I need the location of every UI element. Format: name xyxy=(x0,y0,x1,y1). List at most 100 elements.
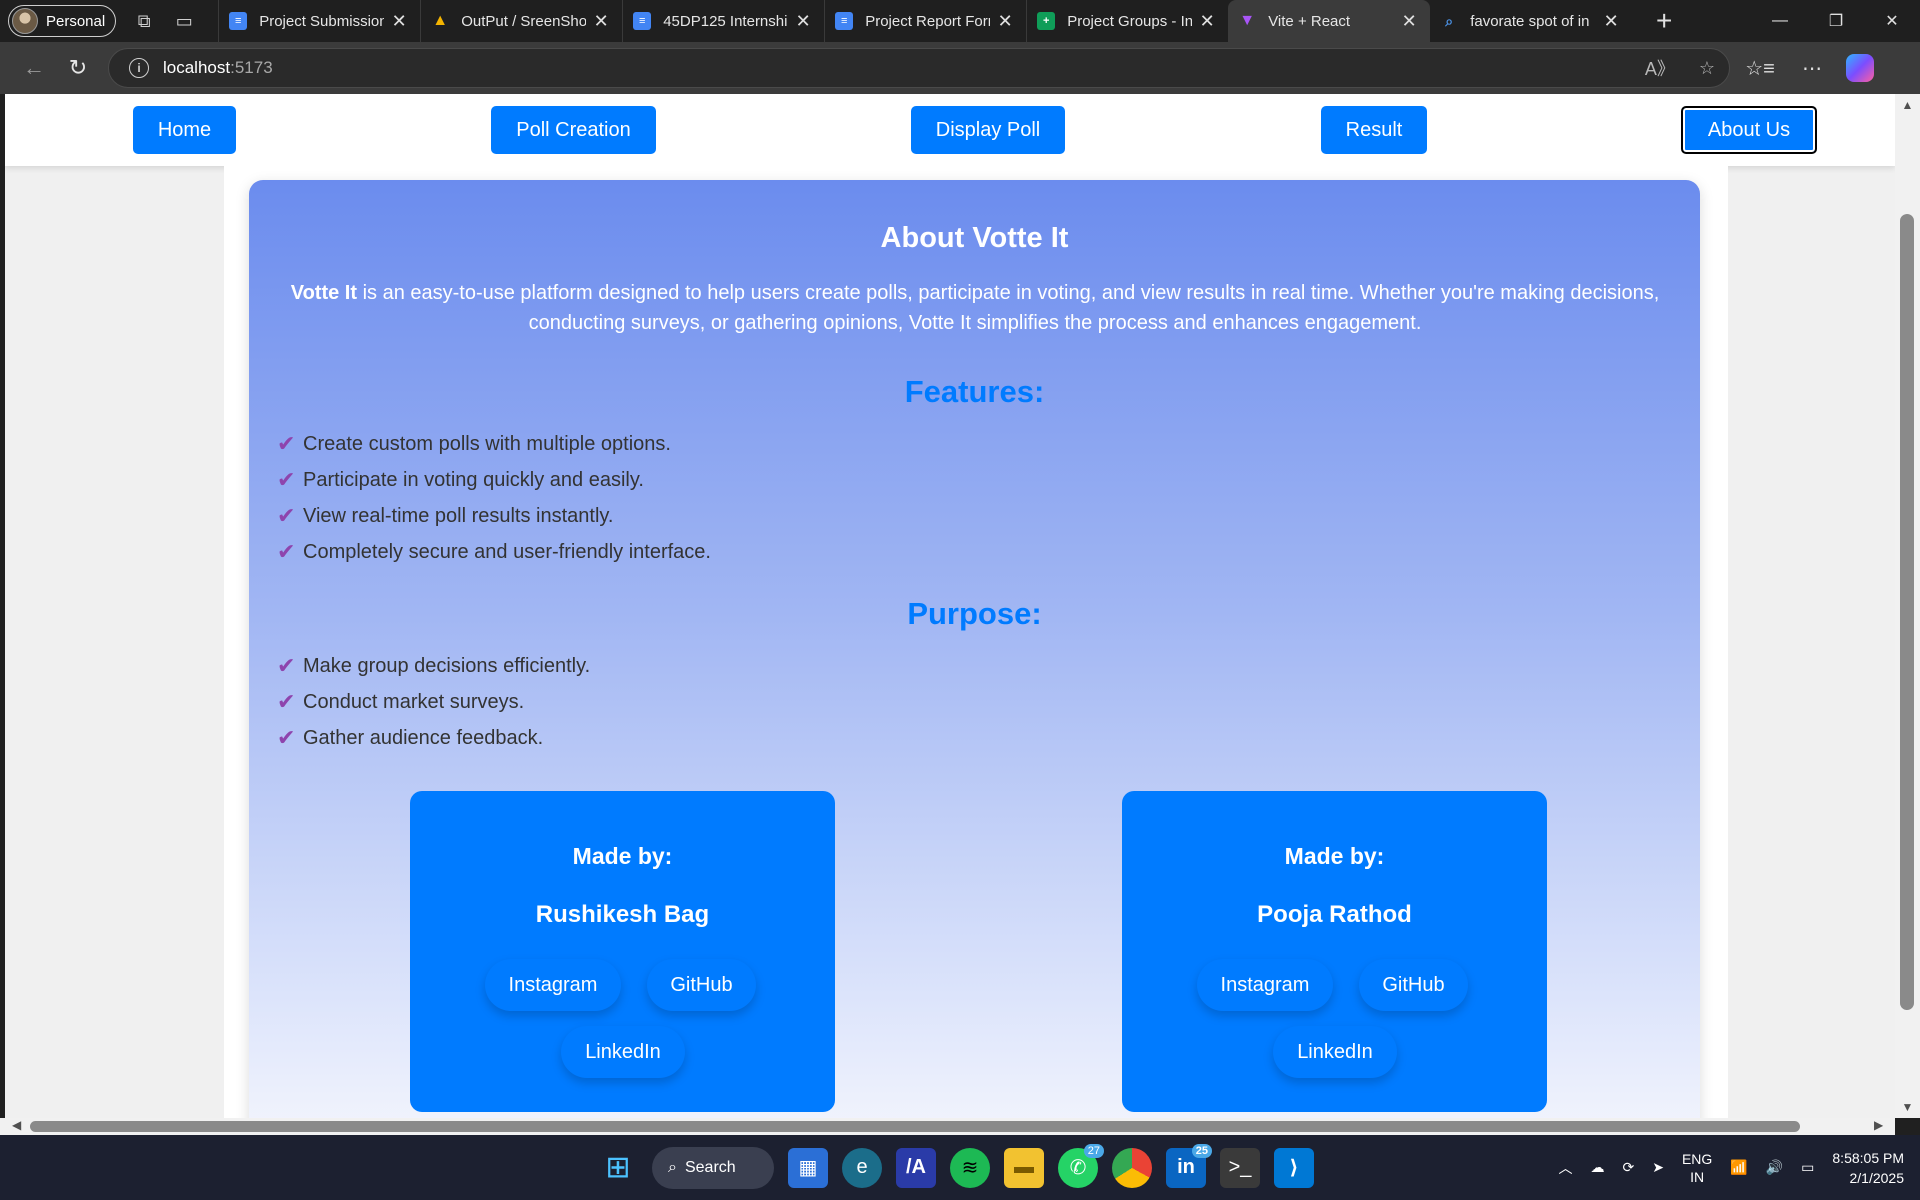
made-by-label: Made by: xyxy=(572,843,673,869)
taskbar-search[interactable]: ⌕ Search xyxy=(652,1146,774,1189)
wifi-icon[interactable]: 📶 xyxy=(1730,1159,1747,1176)
nav-about-us-button[interactable]: About Us xyxy=(1681,106,1817,154)
scroll-up-icon[interactable]: ▲ xyxy=(1895,98,1920,112)
scroll-down-icon[interactable]: ▼ xyxy=(1895,1100,1920,1114)
close-window-icon[interactable]: ✕ xyxy=(1864,0,1920,42)
whatsapp-badge: 27 xyxy=(1083,1143,1104,1158)
tab-title: Project Submission xyxy=(259,12,385,30)
close-tab-icon[interactable]: ✕ xyxy=(1400,11,1418,32)
close-tab-icon[interactable]: ✕ xyxy=(592,11,610,32)
tab-actions-icon[interactable]: ▭ xyxy=(172,9,196,33)
search-icon: ⌕ xyxy=(1445,12,1454,29)
back-icon[interactable]: ← xyxy=(12,48,56,88)
browser-tab[interactable]: ▲ OutPut / SreenShot ✕ xyxy=(420,0,622,42)
tab-title: Project Report Form xyxy=(865,12,991,30)
close-tab-icon[interactable]: ✕ xyxy=(996,11,1014,32)
google-docs-icon: ≡ xyxy=(633,12,652,30)
instagram-link[interactable]: Instagram xyxy=(1197,959,1333,1011)
browser-tab[interactable]: + Project Groups - In ✕ xyxy=(1026,0,1228,42)
browser-tab[interactable]: ≡ 45DP125 Internship ✕ xyxy=(622,0,824,42)
profile-avatar xyxy=(12,8,38,34)
linkedin-link[interactable]: LinkedIn xyxy=(1273,1026,1397,1078)
sync-icon[interactable]: ⟳ xyxy=(1622,1159,1634,1176)
search-label: Search xyxy=(684,1158,736,1176)
browser-tab[interactable]: ≡ Project Report Form ✕ xyxy=(824,0,1026,42)
nav-poll-creation-button[interactable]: Poll Creation xyxy=(491,106,656,154)
purpose-text: Make group decisions efficiently. xyxy=(303,654,591,677)
start-icon[interactable]: ⊞ xyxy=(598,1148,638,1188)
horizontal-scroll-thumb[interactable] xyxy=(30,1121,1800,1132)
list-item: ✔ Gather audience feedback. xyxy=(277,720,590,756)
address-bar[interactable]: i localhost:5173 A》 ☆ xyxy=(108,48,1730,88)
app-navbar: Home Poll Creation Display Poll Result A… xyxy=(5,94,1895,166)
edge-icon[interactable]: e xyxy=(842,1147,882,1188)
creator-name: Pooja Rathod xyxy=(1257,901,1412,928)
lang-code: ENG xyxy=(1681,1150,1713,1167)
close-tab-icon[interactable]: ✕ xyxy=(1602,11,1620,32)
about-card: About Votte It Votte It is an easy-to-us… xyxy=(249,180,1700,1118)
favorite-star-icon[interactable]: ☆ xyxy=(1699,58,1715,79)
close-tab-icon[interactable]: ✕ xyxy=(390,11,408,32)
browser-tab[interactable]: ⌕ favorate spot of in ✕ xyxy=(1430,0,1632,42)
whatsapp-icon[interactable]: ✆ 27 xyxy=(1058,1143,1104,1188)
linkedin-link[interactable]: LinkedIn xyxy=(561,1026,685,1078)
site-info-icon[interactable]: i xyxy=(129,58,149,78)
scroll-right-icon[interactable]: ▶ xyxy=(1874,1118,1883,1132)
brand-name: Votte It xyxy=(290,282,358,304)
vertical-scrollbar[interactable]: ▲ ▼ xyxy=(1895,94,1920,1118)
favorites-icon[interactable]: ☆≡ xyxy=(1738,48,1782,88)
tab-title: Project Groups - In xyxy=(1067,12,1193,30)
more-menu-icon[interactable]: ⋯ xyxy=(1790,48,1834,88)
profile-button[interactable]: Personal xyxy=(8,5,117,37)
linkedin-icon[interactable]: in 25 xyxy=(1166,1143,1212,1188)
store-icon[interactable]: ▦ xyxy=(788,1147,828,1188)
url-port: :5173 xyxy=(230,58,273,77)
chevron-up-icon[interactable]: ︿ xyxy=(1558,1158,1572,1178)
browser-tab-active[interactable]: ▼ Vite + React ✕ xyxy=(1228,0,1431,42)
made-by-label: Made by: xyxy=(1284,843,1385,869)
instagram-link[interactable]: Instagram xyxy=(485,959,621,1011)
scroll-left-icon[interactable]: ◀ xyxy=(12,1118,21,1132)
spotify-icon[interactable]: ≋ xyxy=(950,1147,990,1188)
new-tab-button[interactable]: + xyxy=(1646,5,1682,37)
language-indicator[interactable]: ENG IN xyxy=(1682,1150,1712,1186)
location-icon[interactable]: ➤ xyxy=(1652,1159,1664,1176)
read-aloud-icon[interactable]: A》 xyxy=(1645,55,1675,81)
feature-text: Create custom polls with multiple option… xyxy=(303,432,671,455)
windows-taskbar: ⊞ ⌕ Search ▦ e /A ≋ ▬ ✆ 27 in 25 >_ ⟩ ︿ ☁ … xyxy=(0,1135,1920,1200)
file-explorer-icon[interactable]: ▬ xyxy=(1004,1147,1044,1188)
tab-title: favorate spot of in xyxy=(1470,12,1590,30)
app-icon[interactable]: /A xyxy=(896,1147,936,1188)
clock[interactable]: 8:58:05 PM 2/1/2025 xyxy=(1832,1148,1904,1188)
horizontal-scrollbar[interactable]: ◀ ▶ xyxy=(0,1118,1895,1135)
chrome-icon[interactable] xyxy=(1112,1147,1152,1188)
browser-tab[interactable]: ≡ Project Submission ✕ xyxy=(218,0,420,42)
nav-result-button[interactable]: Result xyxy=(1321,106,1427,154)
cloud-icon[interactable]: ☁ xyxy=(1590,1159,1604,1176)
restore-icon[interactable]: ❐ xyxy=(1808,0,1864,42)
workspaces-icon[interactable]: ⧉ xyxy=(132,9,156,33)
feature-text: Participate in voting quickly and easily… xyxy=(303,468,644,491)
creator-card: Made by: Pooja Rathod Instagram GitHub L… xyxy=(1122,791,1547,1112)
time-text: 8:58:05 PM xyxy=(1832,1149,1904,1166)
nav-home-button[interactable]: Home xyxy=(133,106,236,154)
close-tab-icon[interactable]: ✕ xyxy=(1198,11,1216,32)
vscode-icon[interactable]: ⟩ xyxy=(1274,1147,1314,1188)
page-viewport: Home Poll Creation Display Poll Result A… xyxy=(5,94,1895,1118)
reload-icon[interactable]: ↻ xyxy=(56,48,100,88)
github-link[interactable]: GitHub xyxy=(1359,959,1468,1011)
feature-text: Completely secure and user-friendly inte… xyxy=(303,540,711,563)
close-tab-icon[interactable]: ✕ xyxy=(794,11,812,32)
vertical-scroll-thumb[interactable] xyxy=(1900,214,1914,1010)
minimize-icon[interactable]: — xyxy=(1752,0,1808,42)
github-link[interactable]: GitHub xyxy=(647,959,756,1011)
url-host: localhost xyxy=(163,58,231,77)
window-controls: — ❐ ✕ xyxy=(1752,0,1920,42)
list-item: ✔ Create custom polls with multiple optio… xyxy=(277,426,711,462)
volume-icon[interactable]: 🔊 xyxy=(1766,1159,1783,1176)
battery-icon[interactable]: ▭ xyxy=(1801,1159,1814,1176)
copilot-icon[interactable] xyxy=(1846,54,1874,82)
browser-tab-strip: Personal ⧉ ▭ ≡ Project Submission ✕ ▲ Ou… xyxy=(0,0,1920,42)
nav-display-poll-button[interactable]: Display Poll xyxy=(911,106,1065,154)
terminal-icon[interactable]: >_ xyxy=(1220,1147,1260,1188)
